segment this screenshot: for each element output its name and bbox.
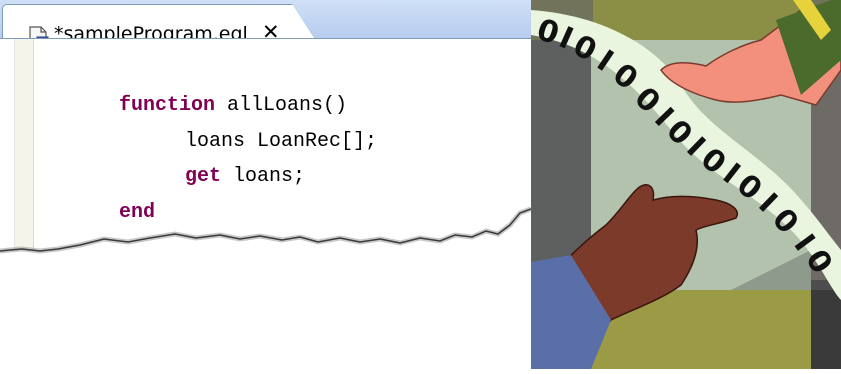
tab-sample-program[interactable]: *sampleProgram.egl ✕ (2, 4, 314, 38)
code-text: allLoans() (215, 94, 348, 117)
code-line-3: get loans; (185, 165, 305, 188)
hands-passing-binary-data-clipart: 0 I 0 I 0 0 I 0 I 0 I 0 I 0 I 0 (530, 0, 841, 370)
code-text: loans; (221, 165, 306, 188)
code-line-2: loans LoanRec[]; (185, 130, 377, 153)
code-editor: *sampleProgram.egl ✕ function allLoans()… (0, 0, 531, 269)
code-line-1: function allLoans() (119, 94, 347, 117)
torn-paper-edge (0, 206, 531, 254)
code-text: loans LoanRec[]; (185, 130, 378, 153)
keyword: function (119, 94, 216, 117)
editor-tab-bar: *sampleProgram.egl ✕ (0, 0, 531, 39)
keyword: get (185, 165, 222, 188)
